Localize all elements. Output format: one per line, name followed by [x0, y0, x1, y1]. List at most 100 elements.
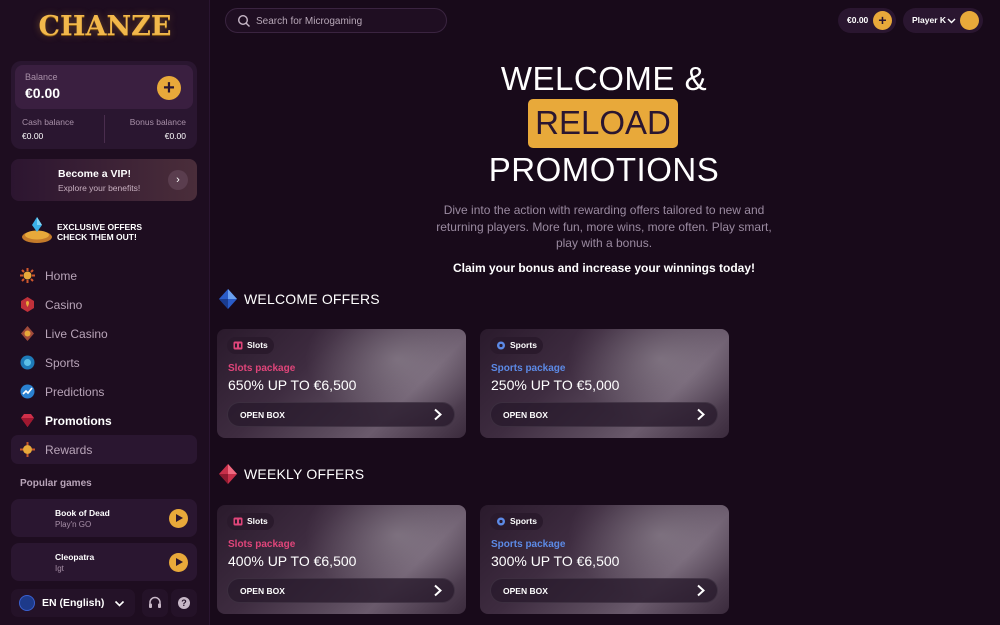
nav-item-predictions[interactable]: Predictions	[11, 377, 197, 406]
exclusive-offers-text: EXCLUSIVE OFFERS CHECK THEM OUT!	[57, 222, 142, 242]
header-balance-value: €0.00	[847, 15, 869, 25]
offer-card-weekly-slots[interactable]: Slots Slots package 400% UP TO €6,500 OP…	[217, 505, 466, 614]
offer-amount: 650% UP TO €6,500	[228, 377, 357, 393]
nav-item-live-casino[interactable]: Live Casino	[11, 319, 197, 348]
offer-badge-label: Sports	[510, 340, 537, 350]
chevron-right-icon	[697, 408, 705, 421]
search-bar[interactable]	[225, 8, 447, 33]
sidebar: CHANZE Balance €0.00 + Cash balance €0.0…	[0, 0, 210, 625]
weekly-offers-title: WEEKLY OFFERS	[244, 466, 365, 482]
search-input[interactable]	[256, 13, 441, 29]
promotions-icon	[21, 414, 34, 427]
game-thumbnail	[17, 547, 47, 577]
user-menu[interactable]: Player K	[903, 8, 983, 33]
nav-label-sports: Sports	[45, 356, 80, 370]
cash-balance-label: Cash balance	[22, 117, 74, 127]
offer-card-weekly-sports[interactable]: Sports Sports package 300% UP TO €6,500 …	[480, 505, 729, 614]
rewards-icon	[20, 442, 35, 457]
nav-item-home[interactable]: Home	[11, 261, 197, 290]
language-label: EN (English)	[42, 597, 105, 609]
game-provider: Play'n GO	[55, 520, 92, 529]
hero-title-line1: WELCOME &	[500, 60, 708, 97]
chevron-right-icon	[434, 408, 442, 421]
nav-item-sports[interactable]: Sports	[11, 348, 197, 377]
headset-icon	[149, 596, 161, 608]
offer-card-welcome-sports[interactable]: Sports Sports package 250% UP TO €5,000 …	[480, 329, 729, 438]
offer-amount: 250% UP TO €5,000	[491, 377, 620, 393]
nav-item-rewards[interactable]: Rewards	[11, 435, 197, 464]
offer-badge-slots: Slots	[227, 337, 274, 354]
brand-logo[interactable]: CHANZE	[39, 6, 172, 46]
exclusive-line2: CHECK THEM OUT!	[57, 232, 137, 242]
offer-type: Slots package	[228, 539, 296, 550]
offer-badge-sports: Sports	[490, 513, 543, 530]
language-selector[interactable]: EN (English)	[11, 589, 135, 617]
bonus-balance-value: €0.00	[164, 131, 186, 141]
exclusive-line1: EXCLUSIVE OFFERS	[57, 222, 143, 232]
hero-title-line2: RELOAD	[535, 104, 671, 141]
sidebar-footer: EN (English) ?	[11, 589, 197, 617]
vip-banner[interactable]: Become a VIP! Explore your benefits! ›	[11, 159, 197, 201]
search-icon	[237, 14, 250, 27]
header-balance[interactable]: €0.00 +	[838, 8, 896, 33]
open-box-button[interactable]: OPEN BOX	[490, 402, 718, 427]
welcome-offers-title: WELCOME OFFERS	[244, 291, 380, 307]
live-casino-icon	[21, 326, 34, 341]
nav-item-promotions[interactable]: Promotions	[11, 406, 197, 435]
chevron-down-icon	[947, 18, 956, 24]
hero-title-line3: PROMOTIONS	[488, 151, 720, 188]
open-box-button[interactable]: OPEN BOX	[227, 402, 455, 427]
blue-gem-icon	[219, 289, 237, 309]
game-provider: Igt	[55, 564, 64, 573]
help-button[interactable]: ?	[171, 589, 197, 617]
offer-type: Sports package	[491, 539, 566, 550]
play-icon[interactable]	[169, 509, 188, 528]
slots-icon	[233, 341, 243, 350]
slots-icon	[233, 517, 243, 526]
sports-ball-icon	[497, 517, 505, 526]
main-nav: Home Casino Live Casino Sports Predictio…	[11, 261, 197, 464]
offer-badge-label: Slots	[247, 340, 268, 350]
treasure-icon	[22, 217, 52, 243]
offer-amount: 300% UP TO €6,500	[491, 553, 620, 569]
offer-badge-label: Sports	[510, 516, 537, 526]
open-box-label: OPEN BOX	[503, 586, 548, 596]
hero-claim: Claim your bonus and increase your winni…	[452, 261, 756, 275]
exclusive-offers-banner[interactable]: EXCLUSIVE OFFERS CHECK THEM OUT!	[20, 213, 196, 247]
play-icon[interactable]	[169, 553, 188, 572]
game-card-cleopatra[interactable]: Cleopatra Igt	[11, 543, 197, 581]
nav-label-rewards: Rewards	[45, 443, 93, 457]
nav-label-casino: Casino	[45, 298, 83, 312]
popular-games-title: Popular games	[20, 478, 92, 489]
open-box-button[interactable]: OPEN BOX	[227, 578, 455, 603]
open-box-button[interactable]: OPEN BOX	[490, 578, 718, 603]
offer-badge-label: Slots	[247, 516, 268, 526]
offer-badge-slots: Slots	[227, 513, 274, 530]
help-icon: ?	[178, 597, 190, 609]
chevron-down-icon	[114, 600, 125, 607]
offer-type: Sports package	[491, 363, 566, 374]
bonus-balance-label: Bonus balance	[129, 117, 186, 127]
sports-icon	[20, 355, 35, 370]
game-name: Cleopatra	[55, 552, 95, 562]
deposit-button[interactable]: +	[157, 76, 181, 100]
nav-label-promotions: Promotions	[45, 414, 112, 428]
offer-amount: 400% UP TO €6,500	[228, 553, 357, 569]
chevron-right-icon	[434, 584, 442, 597]
offer-card-welcome-slots[interactable]: Slots Slots package 650% UP TO €6,500 OP…	[217, 329, 466, 438]
nav-item-casino[interactable]: Casino	[11, 290, 197, 319]
chevron-right-icon	[697, 584, 705, 597]
avatar[interactable]	[960, 11, 979, 30]
vip-subtitle: Explore your benefits!	[58, 183, 141, 193]
home-icon	[20, 268, 35, 283]
balance-value: €0.00	[25, 85, 61, 101]
cash-balance-value: €0.00	[22, 131, 44, 141]
open-box-label: OPEN BOX	[240, 586, 285, 596]
casino-icon	[21, 297, 34, 312]
predictions-icon	[20, 384, 35, 399]
support-button[interactable]	[142, 589, 168, 617]
chevron-right-icon[interactable]: ›	[168, 170, 188, 190]
balance-card: Balance €0.00 + Cash balance €0.00 Bonus…	[11, 61, 197, 149]
game-card-book-of-dead[interactable]: Book of Dead Play'n GO	[11, 499, 197, 537]
header-deposit-button[interactable]: +	[873, 11, 892, 30]
